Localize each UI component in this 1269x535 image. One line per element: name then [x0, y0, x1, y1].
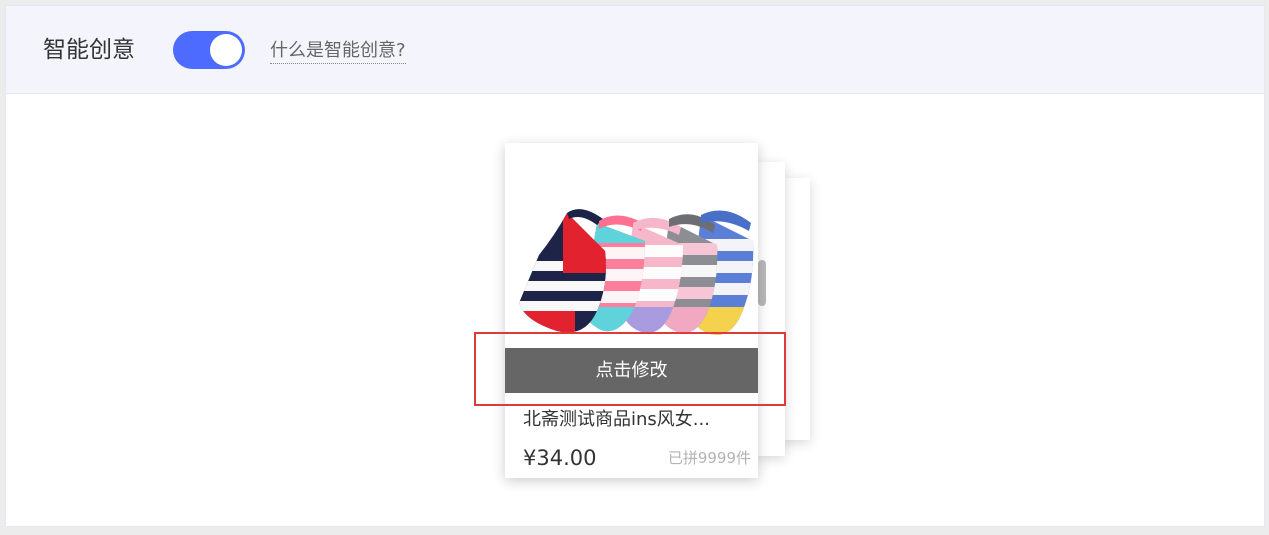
smart-creative-title: 智能创意: [43, 37, 135, 63]
back-card-2: [755, 162, 785, 456]
striped-socks-image: [505, 143, 758, 348]
sock-peek-image: [758, 260, 766, 306]
toggle-knob: [210, 34, 242, 66]
click-to-edit-button[interactable]: 点击修改: [505, 348, 758, 393]
group-buy-count: 已拼9999件: [667, 449, 751, 467]
socks-illustration: [519, 209, 754, 335]
product-price: ¥34.00: [523, 446, 597, 470]
creative-card-stack: 点击修改 北斋测试商品ins风女... ¥34.00 已拼9999件: [505, 143, 810, 478]
product-name: 北斋测试商品ins风女...: [523, 409, 710, 430]
what-is-smart-creative-link[interactable]: 什么是智能创意?: [270, 39, 406, 64]
price-row: ¥34.00 已拼9999件: [523, 444, 751, 472]
smart-creative-toggle[interactable]: [173, 31, 245, 69]
product-card: 点击修改 北斋测试商品ins风女... ¥34.00 已拼9999件: [505, 143, 758, 478]
panel-header: 智能创意 什么是智能创意?: [6, 6, 1264, 94]
